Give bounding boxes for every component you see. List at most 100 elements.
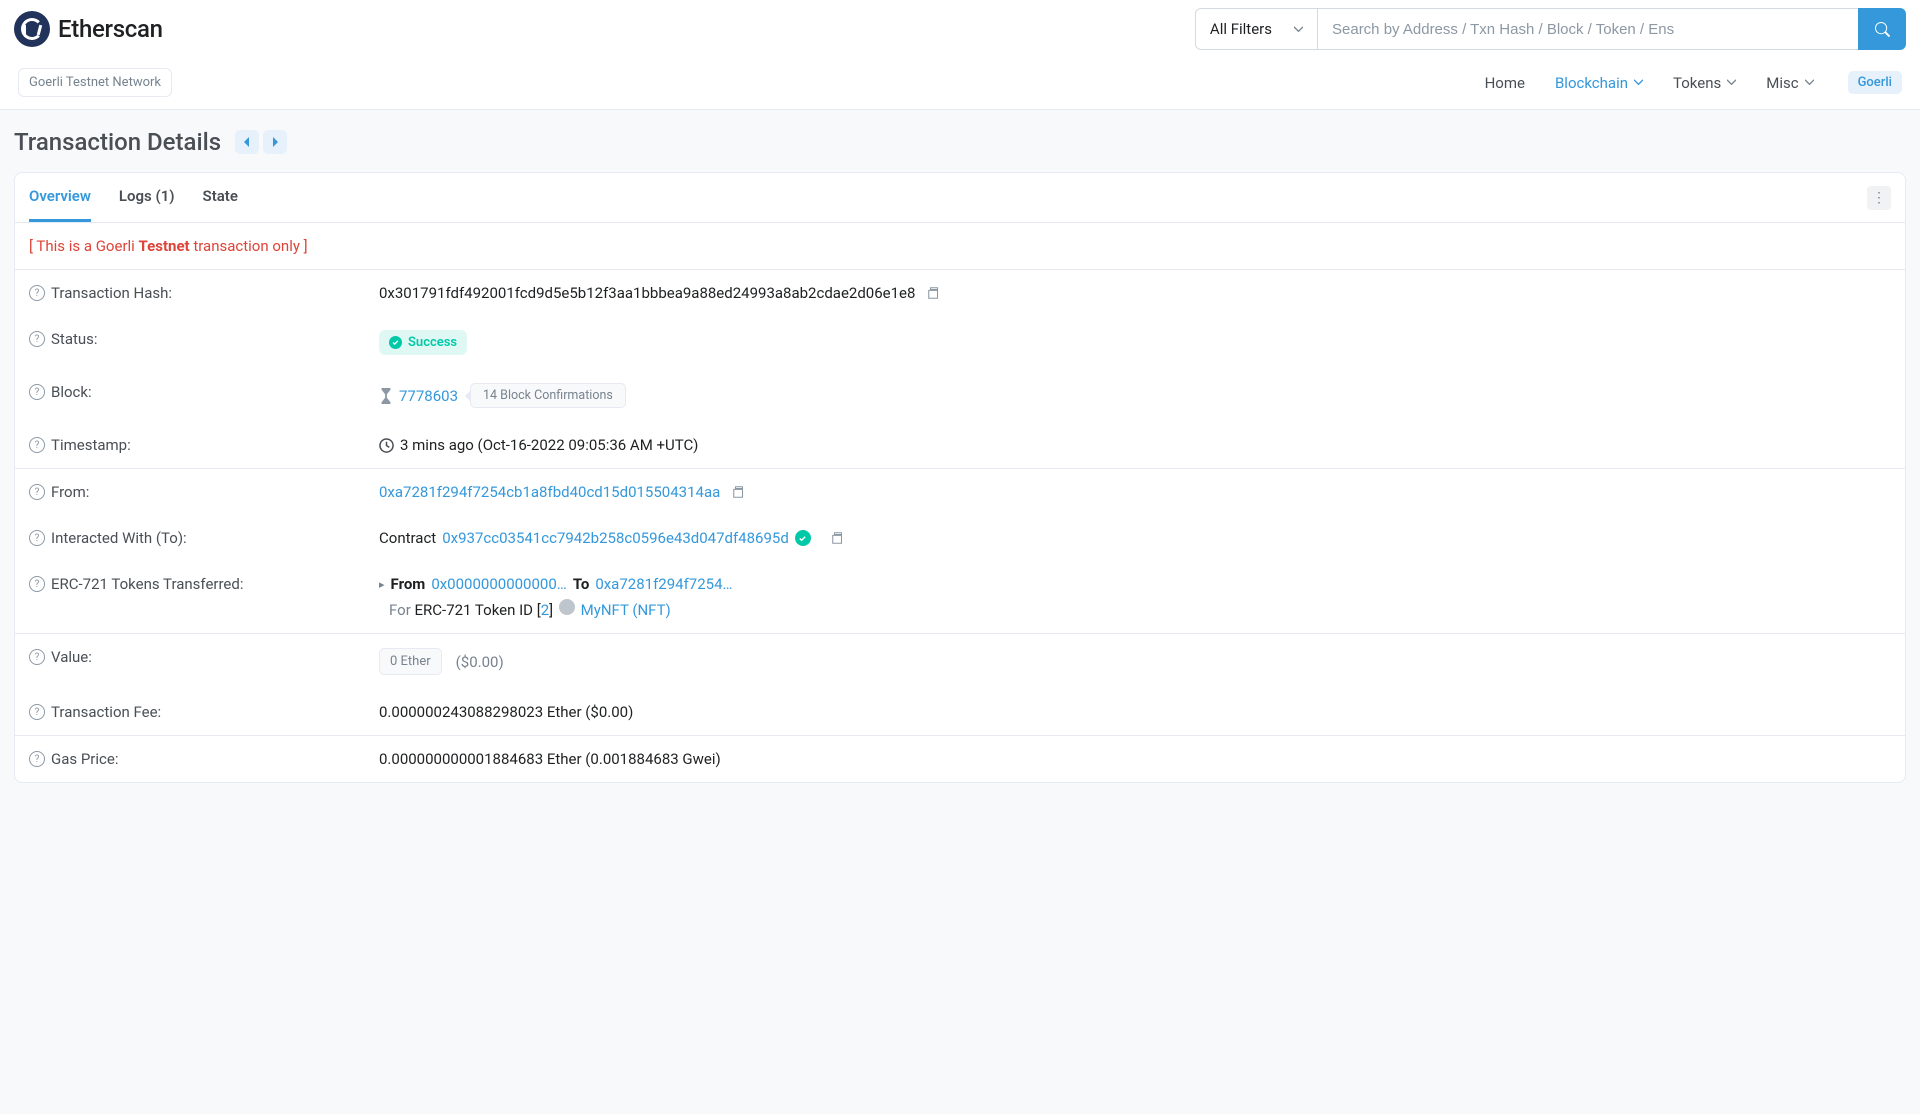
label-gas: Gas Price: [51,750,118,768]
row-timestamp: ? Timestamp: 3 mins ago (Oct-16-2022 09:0… [15,422,1905,468]
copy-icon[interactable] [831,531,845,545]
tabs-list: Overview Logs (1) State [29,173,238,222]
filter-dropdown[interactable]: All Filters [1195,8,1318,50]
label-block: Block: [51,383,92,401]
block-link[interactable]: 7778603 [399,387,458,405]
main-nav: Home Blockchain Tokens Misc Goerli [1485,71,1902,94]
kebab-icon: ⋮ [1872,189,1886,206]
copy-icon[interactable] [732,485,746,499]
token-icon [559,599,575,615]
label-value: Value: [51,648,92,666]
value-timestamp: 3 mins ago (Oct-16-2022 09:05:36 AM +UTC… [400,436,698,454]
row-erc721: ? ERC-721 Tokens Transferred: ▸ From 0x00… [15,561,1905,633]
page-head: Transaction Details [0,110,1920,172]
row-hash: ? Transaction Hash: 0x301791fdf492001fcd9… [15,270,1905,316]
search-button[interactable] [1858,8,1906,50]
label-from: From: [51,483,89,501]
search-input[interactable] [1318,8,1858,50]
help-icon[interactable]: ? [29,384,45,400]
verified-icon [795,530,811,546]
nav-misc[interactable]: Misc [1766,74,1813,92]
help-icon[interactable]: ? [29,751,45,767]
chevron-right-icon [271,137,279,147]
chevron-down-icon [1805,78,1814,87]
status-text: Success [408,335,457,350]
tt-close: ] [549,601,553,619]
help-icon[interactable]: ? [29,484,45,500]
chevron-down-icon [1634,78,1643,87]
row-to: ? Interacted With (To): Contract 0x937cc0… [15,515,1905,561]
value-hash: 0x301791fdf492001fcd9d5e5b12f3aa1bbbea9a… [379,284,915,302]
help-icon[interactable]: ? [29,285,45,301]
help-icon[interactable]: ? [29,576,45,592]
tt-to-label: To [573,575,590,593]
label-hash: Transaction Hash: [51,284,172,302]
notice-bold: Testnet [139,237,190,255]
label-erc721: ERC-721 Tokens Transferred: [51,575,243,593]
to-address-link[interactable]: 0x937cc03541cc7942b258c0596e43d047df4869… [442,529,789,547]
next-txn-button[interactable] [263,130,287,154]
testnet-notice: [ This is a Goerli Testnet transaction o… [15,223,1905,270]
network-badge: Goerli Testnet Network [18,68,172,97]
label-status: Status: [51,330,98,348]
logo-text: Etherscan [58,15,163,43]
check-circle-icon [389,336,402,349]
tab-state[interactable]: State [203,173,238,222]
filter-label: All Filters [1210,20,1272,38]
txn-card: Overview Logs (1) State ⋮ [ This is a Go… [14,172,1906,783]
label-fee: Transaction Fee: [51,703,161,721]
nav-tokens[interactable]: Tokens [1673,74,1736,92]
token-transfer: ▸ From 0x0000000000000… To 0xa7281f294f7… [379,575,733,619]
value-usd: ($0.00) [456,653,504,671]
tab-overview[interactable]: Overview [29,173,91,222]
chevron-left-icon [243,137,251,147]
tab-logs[interactable]: Logs (1) [119,173,175,222]
network-pill[interactable]: Goerli [1848,71,1902,94]
tt-id-link[interactable]: 2 [541,601,549,619]
copy-icon[interactable] [927,286,941,300]
row-gas: ?Gas Price: 0.000000000001884683 Ether (… [15,736,1905,782]
tabs: Overview Logs (1) State ⋮ [15,173,1905,223]
help-icon[interactable]: ? [29,649,45,665]
label-timestamp: Timestamp: [51,436,131,454]
search-icon [1875,22,1890,37]
tt-from-label: From [391,575,426,593]
from-address-link[interactable]: 0xa7281f294f7254cb1a8fbd40cd15d015504314… [379,483,720,501]
caret-icon: ▸ [379,578,385,591]
tt-from-link[interactable]: 0x0000000000000… [431,575,567,593]
tt-for: For [389,601,411,619]
tt-erc: ERC-721 Token ID [ [415,601,541,619]
top-header: Etherscan All Filters Goerli Testnet Net… [0,0,1920,110]
header-bottom-row: Goerli Testnet Network Home Blockchain T… [0,58,1920,109]
value-fee: 0.000000243088298023 Ether ($0.00) [379,703,633,721]
more-menu-button[interactable]: ⋮ [1867,186,1891,210]
help-icon[interactable]: ? [29,437,45,453]
row-status: ? Status: Success [15,316,1905,369]
notice-prefix: [ This is a Goerli [29,237,139,255]
txn-nav-buttons [235,130,287,154]
nav-misc-label: Misc [1766,74,1798,92]
prev-txn-button[interactable] [235,130,259,154]
chevron-down-icon [1294,25,1303,34]
row-value: ? Value: 0 Ether ($0.00) [15,634,1905,689]
help-icon[interactable]: ? [29,704,45,720]
value-badge: 0 Ether [379,648,442,675]
row-block: ?Block: 7778603 14 Block Confirmations [15,369,1905,422]
hourglass-icon [379,388,393,404]
label-to: Interacted With (To): [51,529,187,547]
nav-blockchain[interactable]: Blockchain [1555,74,1643,92]
chevron-down-icon [1727,78,1736,87]
help-icon[interactable]: ? [29,530,45,546]
logo[interactable]: Etherscan [14,11,163,47]
help-icon[interactable]: ? [29,331,45,347]
header-top-row: Etherscan All Filters [0,0,1920,58]
search-area: All Filters [1195,8,1906,50]
nav-blockchain-label: Blockchain [1555,74,1628,92]
nav-tokens-label: Tokens [1673,74,1721,92]
row-from: ? From: 0xa7281f294f7254cb1a8fbd40cd15d01… [15,469,1905,515]
tt-to-link[interactable]: 0xa7281f294f7254… [595,575,732,593]
tt-token-link[interactable]: MyNFT (NFT) [581,601,671,619]
to-prefix: Contract [379,529,436,547]
nav-home[interactable]: Home [1485,74,1525,92]
notice-suffix: transaction only ] [190,237,308,255]
